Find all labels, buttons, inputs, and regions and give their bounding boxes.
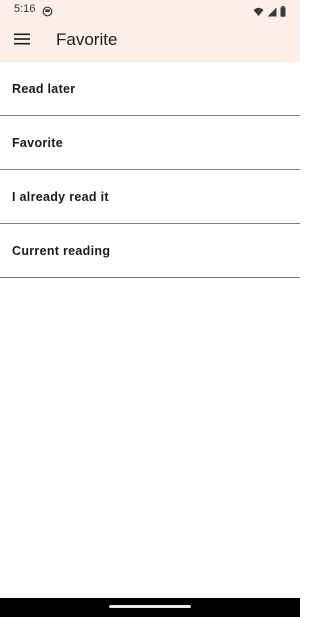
- shelf-list: Read later Favorite I already read it Cu…: [0, 62, 300, 278]
- home-indicator[interactable]: [109, 605, 191, 608]
- list-item-label: Read later: [12, 81, 76, 96]
- list-item-current-reading[interactable]: Current reading: [0, 224, 300, 278]
- list-item-label: Favorite: [12, 135, 64, 150]
- navigation-bar: [0, 598, 300, 617]
- menu-button[interactable]: [10, 29, 34, 53]
- app-bar: Favorite: [0, 20, 300, 62]
- list-item-favorite[interactable]: Favorite: [0, 116, 300, 170]
- page-title: Favorite: [56, 30, 118, 49]
- notification-icon: [42, 4, 53, 17]
- list-item-label: I already read it: [12, 189, 109, 204]
- menu-icon: [14, 32, 30, 50]
- list-item-already-read[interactable]: I already read it: [0, 170, 300, 224]
- list-item-label: Current reading: [12, 243, 111, 258]
- status-time: 5:16: [14, 3, 36, 15]
- list-item-read-later[interactable]: Read later: [0, 62, 300, 116]
- status-bar: 5:16: [0, 0, 300, 20]
